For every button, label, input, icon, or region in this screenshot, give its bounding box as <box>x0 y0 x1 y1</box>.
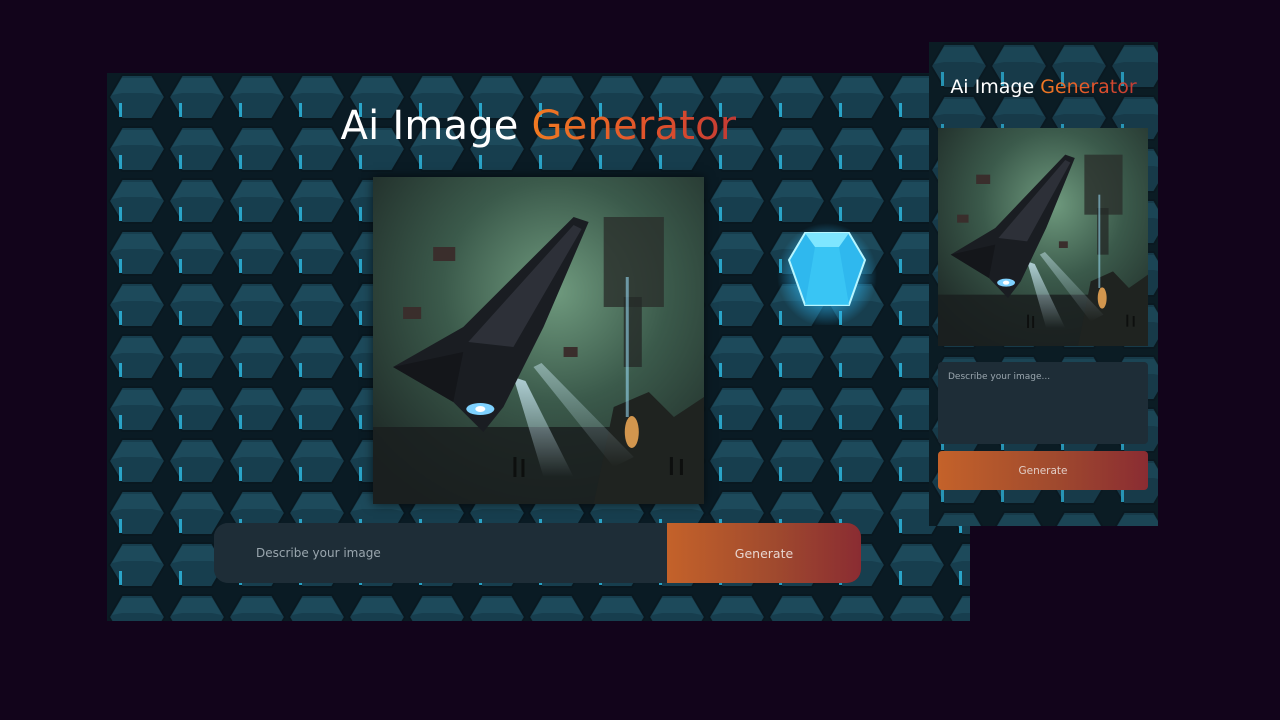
mobile-preview: Ai Image Generator Generate <box>929 42 1158 526</box>
mobile-generated-image <box>938 128 1148 346</box>
title-accent: Generator <box>531 103 737 149</box>
mobile-generate-button[interactable]: Generate <box>938 451 1148 490</box>
crystal-decoration <box>777 223 877 325</box>
mobile-prompt-input[interactable] <box>938 362 1148 444</box>
title-plain: Ai Image <box>340 103 532 149</box>
title-accent: Generator <box>1040 76 1137 98</box>
page-title: Ai Image Generator <box>107 103 970 149</box>
title-plain: Ai Image <box>950 76 1041 98</box>
generate-button[interactable]: Generate <box>667 523 861 583</box>
prompt-bar: Generate <box>214 523 861 583</box>
generated-image <box>373 177 704 504</box>
mobile-page-title: Ai Image Generator <box>929 76 1158 98</box>
prompt-input[interactable] <box>214 523 667 583</box>
desktop-preview: Ai Image Generator Generate <box>107 73 970 621</box>
